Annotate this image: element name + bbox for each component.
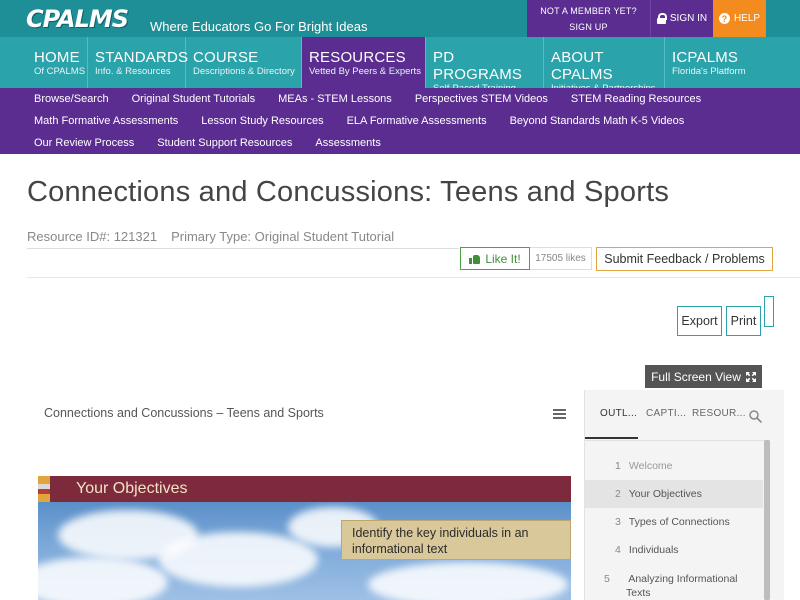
sub-nav-meas[interactable]: MEAs - STEM Lessons — [278, 93, 392, 105]
divider — [27, 248, 459, 249]
nav-subtitle: Florida's Platform — [672, 66, 746, 77]
divider — [585, 440, 769, 441]
help-button[interactable]: ? HELP — [713, 0, 766, 37]
sub-nav-stem-reading[interactable]: STEM Reading Resources — [571, 93, 701, 105]
nav-title: STANDARDS — [95, 49, 189, 66]
outline-list: 1 Welcome 2 Your Objectives 3 Types of C… — [585, 452, 763, 600]
sub-nav-browse-search[interactable]: Browse/Search — [34, 93, 109, 105]
page-title: Connections and Concussions: Teens and S… — [27, 176, 670, 208]
sub-nav-row: Math Formative Assessments Lesson Study … — [34, 110, 800, 132]
thumbs-up-icon — [469, 254, 481, 264]
tagline: Where Educators Go For Bright Ideas — [150, 19, 368, 34]
resource-id: Resource ID#: 121321 — [27, 229, 158, 244]
slide[interactable]: Your Objectives Identify the key individ… — [38, 476, 571, 600]
nav-home[interactable]: HOME Of CPALMS — [0, 37, 88, 88]
sub-nav-student-support[interactable]: Student Support Resources — [157, 137, 292, 149]
like-count: 17505 likes — [530, 247, 592, 270]
hamburger-menu-icon[interactable] — [553, 409, 566, 419]
share-button[interactable] — [764, 296, 774, 327]
sign-up-text: SIGN UP — [569, 22, 608, 32]
like-label: Like It! — [485, 251, 521, 266]
main-nav: HOME Of CPALMS STANDARDS Info. & Resourc… — [0, 37, 800, 94]
nav-subtitle: Descriptions & Directory — [193, 66, 295, 77]
export-button[interactable]: Export — [677, 306, 722, 336]
nav-resources[interactable]: RESOURCES Vetted By Peers & Experts — [302, 37, 426, 88]
like-button[interactable]: Like It! — [460, 247, 530, 270]
outline-item[interactable]: 4 Individuals — [585, 536, 763, 564]
objective-box: Identify the key individuals in an infor… — [341, 520, 571, 560]
divider — [27, 277, 800, 278]
nav-about-cpalms[interactable]: ABOUT CPALMS Initiatives & Partnerships — [544, 37, 665, 94]
help-icon: ? — [718, 13, 730, 24]
outline-panel: OUTL... CAPTI... RESOUR... 1 Welcome 2 Y… — [584, 390, 784, 600]
tutorial-player: Connections and Concussions – Teens and … — [20, 390, 784, 600]
slide-banner: Your Objectives — [38, 476, 571, 502]
nav-pd-programs[interactable]: PD PROGRAMS Self-Paced Training — [426, 37, 544, 94]
sub-nav-assessments[interactable]: Assessments — [315, 137, 380, 149]
sign-in-label: SIGN IN — [669, 13, 708, 24]
outline-item[interactable]: 5 Analyzing Informational Texts — [585, 564, 763, 600]
nav-title: RESOURCES — [309, 49, 406, 66]
sub-nav-lesson-study[interactable]: Lesson Study Resources — [201, 115, 323, 127]
nav-title: ICPALMS — [672, 49, 739, 66]
sign-in-button[interactable]: SIGN IN — [650, 0, 713, 37]
nav-title: COURSE — [193, 49, 259, 66]
sub-nav-row: Browse/Search Original Student Tutorials… — [34, 88, 800, 110]
sub-nav-ela-formative[interactable]: ELA Formative Assessments — [347, 115, 487, 127]
sub-nav-row: Our Review Process Student Support Resou… — [34, 132, 800, 154]
banner-stripes — [38, 476, 50, 502]
sub-nav-perspectives[interactable]: Perspectives STEM Videos — [415, 93, 548, 105]
sub-nav-student-tutorials[interactable]: Original Student Tutorials — [132, 93, 256, 105]
nav-icpalms[interactable]: ICPALMS Florida's Platform — [665, 37, 800, 88]
top-header: CPALMS Where Educators Go For Bright Ide… — [0, 0, 800, 37]
nav-subtitle: Of CPALMS — [34, 66, 86, 77]
tab-outline[interactable]: OUTL... — [585, 390, 638, 439]
sign-up-button[interactable]: NOT A MEMBER YET? SIGN UP — [527, 0, 650, 37]
sub-nav: Browse/Search Original Student Tutorials… — [0, 88, 800, 154]
outline-item[interactable]: 3 Types of Connections — [585, 508, 763, 536]
sub-nav-review-process[interactable]: Our Review Process — [34, 137, 134, 149]
full-screen-label: Full Screen View — [651, 369, 741, 384]
cpalms-logo[interactable]: CPALMS — [26, 0, 129, 37]
player-title: Connections and Concussions – Teens and … — [44, 406, 324, 420]
sub-nav-math-formative[interactable]: Math Formative Assessments — [34, 115, 178, 127]
submit-feedback-button[interactable]: Submit Feedback / Problems — [596, 247, 773, 271]
nav-standards[interactable]: STANDARDS Info. & Resources — [88, 37, 189, 88]
resource-meta: Resource ID#: 121321 Primary Type: Origin… — [27, 229, 394, 244]
logo-text: CPALMS — [26, 4, 129, 33]
nav-title: PD PROGRAMS — [433, 49, 523, 83]
tab-resources[interactable]: RESOUR... — [685, 390, 746, 440]
lock-icon — [656, 13, 667, 24]
expand-icon — [745, 371, 756, 382]
outline-item[interactable]: 1 Welcome — [585, 452, 763, 480]
nav-subtitle: Vetted By Peers & Experts — [309, 66, 421, 77]
sub-nav-beyond-standards[interactable]: Beyond Standards Math K-5 Videos — [510, 115, 685, 127]
print-button[interactable]: Print — [726, 306, 761, 336]
outline-scrollbar[interactable] — [764, 440, 770, 600]
nav-subtitle: Info. & Resources — [95, 66, 171, 77]
nav-course[interactable]: COURSE Descriptions & Directory — [186, 37, 302, 88]
outline-item[interactable]: 2 Your Objectives — [585, 480, 763, 508]
not-member-text: NOT A MEMBER YET? — [540, 6, 637, 16]
nav-title: ABOUT CPALMS — [551, 49, 613, 83]
tab-captions[interactable]: CAPTI... — [638, 390, 686, 440]
resource-type: Primary Type: Original Student Tutorial — [171, 229, 395, 244]
nav-title: HOME — [34, 49, 80, 66]
help-label: HELP — [733, 13, 761, 24]
slide-heading: Your Objectives — [76, 480, 188, 497]
search-icon[interactable] — [749, 410, 762, 423]
full-screen-button[interactable]: Full Screen View — [645, 365, 762, 388]
